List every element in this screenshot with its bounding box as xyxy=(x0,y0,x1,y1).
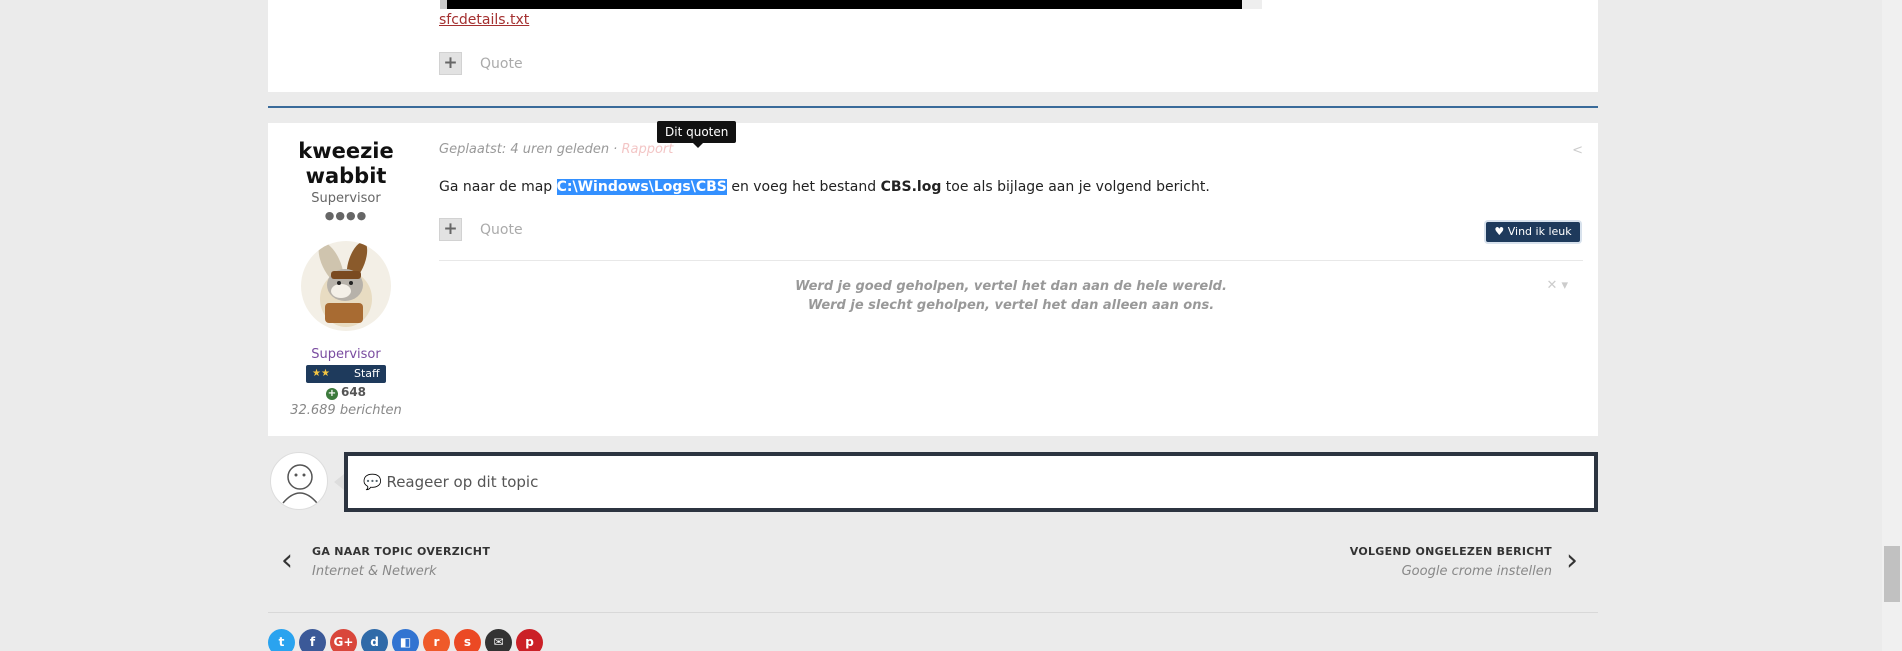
post-content: Ga naar de map C:\Windows\Logs\CBS en vo… xyxy=(439,179,1210,195)
content-text: Ga naar de map xyxy=(439,179,557,195)
content-text: en voeg het bestand xyxy=(726,179,881,195)
chevron-left-icon[interactable]: ‹ xyxy=(281,545,293,577)
author-title: Supervisor xyxy=(311,191,381,206)
prev-topic-sub: Internet & Netwerk xyxy=(312,564,437,579)
selected-path: C:\Windows\Logs\CBS xyxy=(556,179,727,195)
prev-topic-link[interactable]: GA NAAR TOPIC OVERZICHT Internet & Netwe… xyxy=(312,545,490,579)
digg-icon[interactable]: d xyxy=(361,629,388,651)
signature: Werd je goed geholpen, vertel het dan aa… xyxy=(439,277,1583,315)
multiquote-button[interactable]: + xyxy=(439,218,462,241)
signature-line: Werd je slecht geholpen, vertel het dan … xyxy=(807,298,1215,313)
reputation-count: 648 xyxy=(340,385,367,399)
attachment-link[interactable]: sfcdetails.txt xyxy=(439,12,529,28)
post-date: Geplaatst: 4 uren geleden · xyxy=(439,142,622,157)
plus-circle-icon: + xyxy=(325,388,338,400)
next-topic-link[interactable]: VOLGEND ONGELEZEN BERICHT Google crome i… xyxy=(1350,545,1552,579)
user-avatar xyxy=(270,452,328,510)
comment-icon: 💬 xyxy=(363,473,387,491)
file-name: CBS.log xyxy=(880,179,942,195)
author-rank-pips: ●●●● xyxy=(324,209,368,222)
email-icon[interactable]: ✉ xyxy=(485,629,512,651)
badge-label: Staff xyxy=(354,367,380,380)
author-name[interactable]: kweezie wabbit xyxy=(268,139,424,189)
stumbleupon-icon[interactable]: s xyxy=(454,629,481,651)
like-label: Vind ik leuk xyxy=(1507,225,1572,238)
user-avatar-icon xyxy=(282,464,318,504)
reply-area: 💬 Reageer op dit topic xyxy=(268,450,1598,512)
star-icon: ★★ xyxy=(312,368,330,379)
post-meta: Geplaatst: 4 uren geleden · Rapport xyxy=(439,142,673,157)
reply-input[interactable]: 💬 Reageer op dit topic xyxy=(334,452,1598,512)
divider xyxy=(268,612,1598,613)
scrollbar[interactable] xyxy=(1882,0,1902,651)
author-group: Supervisor xyxy=(311,347,381,362)
googleplus-icon[interactable]: G+ xyxy=(330,629,357,651)
report-link[interactable]: Rapport xyxy=(621,142,673,157)
reply-placeholder: 💬 Reageer op dit topic xyxy=(363,473,538,491)
heart-icon: ♥ xyxy=(1494,225,1508,238)
reddit-icon[interactable]: r xyxy=(423,629,450,651)
close-signature-icon[interactable]: ✕ ▾ xyxy=(1546,278,1568,293)
reputation[interactable]: +648 xyxy=(268,385,424,400)
quote-button[interactable]: Quote xyxy=(480,56,523,72)
avatar[interactable] xyxy=(301,241,391,331)
next-topic-sub: Google crome instellen xyxy=(1401,564,1552,579)
facebook-icon[interactable]: f xyxy=(299,629,326,651)
delicious-icon[interactable]: ◧ xyxy=(392,629,419,651)
multiquote-button[interactable]: + xyxy=(439,52,462,75)
quote-tooltip[interactable]: Dit quoten xyxy=(657,121,737,148)
twitter-icon[interactable]: t xyxy=(268,629,295,651)
prev-topic-heading: GA NAAR TOPIC OVERZICHT xyxy=(312,545,491,558)
post: kweezie wabbit Supervisor ●●●● Superviso… xyxy=(268,121,1598,436)
staff-badge: ★★ Staff xyxy=(306,365,386,383)
previous-post: sfcdetails.txt + Quote xyxy=(268,0,1598,92)
signature-line: Werd je goed geholpen, vertel het dan aa… xyxy=(795,279,1227,294)
signature-divider xyxy=(439,260,1583,261)
quote-button[interactable]: Quote xyxy=(480,222,523,238)
post-separator xyxy=(268,106,1598,108)
content-text: toe als bijlage aan je volgend bericht. xyxy=(941,179,1210,195)
pinterest-icon[interactable]: p xyxy=(516,629,543,651)
share-icon[interactable]: < xyxy=(1572,143,1583,158)
post-count: 32.689 berichten xyxy=(290,403,402,418)
chevron-right-icon[interactable]: › xyxy=(1566,545,1578,577)
scrollbar-thumb[interactable] xyxy=(1884,546,1900,602)
like-button[interactable]: ♥ Vind ik leuk xyxy=(1486,222,1580,242)
reply-placeholder-text: Reageer op dit topic xyxy=(386,473,539,491)
code-block xyxy=(440,0,1262,9)
rabbit-avatar-icon xyxy=(318,242,372,327)
next-topic-heading: VOLGEND ONGELEZEN BERICHT xyxy=(1349,545,1552,558)
